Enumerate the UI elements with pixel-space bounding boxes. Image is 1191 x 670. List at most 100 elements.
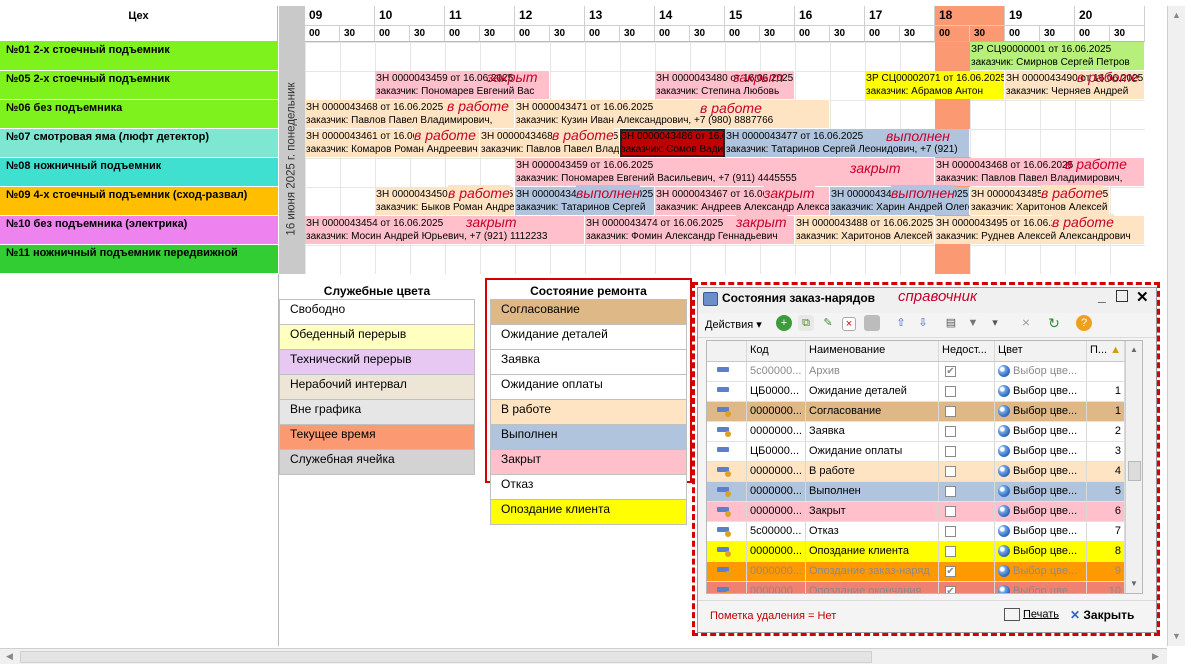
workshop-label: №06 без подъемника: [6, 102, 123, 114]
date-label: 16 июня 2025 г. понедельник: [286, 82, 298, 236]
booking-block[interactable]: ЗН 0000043471 от 16.06.2025 заказчик: Куз…: [515, 100, 830, 128]
dialog-title-bar[interactable]: Состояния заказ-нарядов справочник _ ✕: [698, 288, 1156, 313]
table-row[interactable]: ЦБ0000... Ожидание деталей Выбор цве... 1: [707, 382, 1142, 402]
table-row[interactable]: 0000000... Опоздание заказ-наряд ✔ Выбор цв…: [707, 562, 1142, 582]
booking-block[interactable]: ЗР СЦ90000001 от 16.06.2025 заказчик: Сми…: [970, 42, 1145, 70]
legend-item: Нерабочий интервал: [279, 375, 475, 400]
column-header[interactable]: Цвет: [995, 341, 1087, 361]
row-icon-cell: [707, 442, 747, 461]
table-row[interactable]: 0000000... Выполнен Выбор цве... 5: [707, 482, 1142, 502]
scroll-thumb[interactable]: [20, 651, 872, 663]
color-cell: Выбор цве...: [995, 402, 1087, 421]
booking-block[interactable]: ЗН 0000043454 от 16.06.2025 заказчик: Мос…: [305, 216, 585, 244]
close-button[interactable]: ✕ Закрыть: [1070, 608, 1134, 622]
workshop-row[interactable]: №01 2-х стоечный подъемник: [0, 42, 278, 71]
half-hour-label: 30: [620, 25, 655, 42]
filter-icon[interactable]: ▼: [965, 315, 981, 331]
workshop-row[interactable]: №09 4-х стоечный подъемник (сход-развал): [0, 187, 278, 216]
scroll-up-arrow-icon[interactable]: ▲: [1172, 10, 1181, 20]
booking-block[interactable]: ЗН 0000043488 от 16.06.2025 заказчик: Хар…: [795, 216, 935, 244]
table-row[interactable]: 0000000... Опоздание окончания ✔ Выбор цве.…: [707, 582, 1142, 593]
move-up-icon[interactable]: ⇧: [893, 315, 909, 331]
deficit-checkbox[interactable]: ✔: [945, 565, 956, 577]
main-vertical-scrollbar[interactable]: ▲ ▼: [1167, 6, 1185, 646]
deficit-checkbox[interactable]: [945, 465, 956, 477]
service-colors-title: Служебные цвета: [323, 284, 431, 298]
column-header[interactable]: П... ▲: [1087, 341, 1125, 361]
deficit-checkbox[interactable]: ✔: [945, 365, 956, 377]
deficit-checkbox[interactable]: [945, 405, 956, 417]
workshop-row[interactable]: №07 смотровая яма (люфт детектор): [0, 129, 278, 158]
booking-status: закрыт: [764, 185, 815, 201]
add-icon[interactable]: +: [776, 315, 792, 331]
workshop-row[interactable]: №10 без подъемника (электрика): [0, 216, 278, 245]
row-icon-cell: [707, 462, 747, 481]
deficit-checkbox[interactable]: [945, 425, 956, 437]
workshop-row[interactable]: №06 без подъемника: [0, 100, 278, 129]
table-scrollbar[interactable]: ▲ ▼: [1125, 341, 1142, 593]
column-header[interactable]: Код: [747, 341, 806, 361]
table-row[interactable]: ЦБ0000... Ожидание оплаты Выбор цве... 3: [707, 442, 1142, 462]
checkbox-cell: [939, 442, 995, 461]
color-cell: Выбор цве...: [995, 482, 1087, 501]
column-header[interactable]: Недост...: [939, 341, 995, 361]
minimize-icon[interactable]: _: [1098, 288, 1106, 304]
deficit-checkbox[interactable]: [945, 445, 956, 457]
move-down-icon[interactable]: ⇩: [915, 315, 931, 331]
close-icon[interactable]: ✕: [1136, 288, 1149, 306]
print-button[interactable]: Печать: [1004, 608, 1059, 621]
scroll-up-arrow-icon[interactable]: ▲: [1130, 345, 1138, 354]
deficit-checkbox[interactable]: [945, 525, 956, 537]
workshop-label: №09 4-х стоечный подъемник (сход-развал): [6, 189, 248, 201]
table-row[interactable]: 0000000... Заявка Выбор цве... 2: [707, 422, 1142, 442]
table-row[interactable]: 0000000... Согласование Выбор цве... 1: [707, 402, 1142, 422]
table-row[interactable]: 5с00000... Архив ✔ Выбор цве...: [707, 362, 1142, 382]
deficit-checkbox[interactable]: [945, 385, 956, 397]
table-row[interactable]: 0000000... В работе Выбор цве... 4: [707, 462, 1142, 482]
status-dot-icon: [725, 491, 731, 497]
half-hour-label: 30: [410, 25, 445, 42]
workshop-row[interactable]: №11 ножничный подъемник передвижной: [0, 245, 278, 274]
maximize-icon[interactable]: [1116, 290, 1128, 302]
booking-status: в работе: [1052, 214, 1114, 230]
deficit-checkbox[interactable]: ✔: [945, 585, 956, 593]
filter-list-icon[interactable]: ▤: [943, 315, 959, 331]
scroll-thumb[interactable]: [1128, 461, 1141, 481]
table-row[interactable]: 5с00000... Отказ Выбор цве... 7: [707, 522, 1142, 542]
refresh-icon[interactable]: ↻: [1046, 315, 1062, 331]
scroll-left-arrow-icon[interactable]: ◀: [6, 651, 13, 662]
help-icon[interactable]: ?: [1076, 315, 1092, 331]
deficit-checkbox[interactable]: [945, 485, 956, 497]
filter-options-icon[interactable]: ▾: [987, 315, 1003, 331]
workshop-label: №01 2-х стоечный подъемник: [6, 44, 170, 56]
scroll-down-arrow-icon[interactable]: ▼: [1172, 631, 1181, 641]
row-icon-cell: [707, 422, 747, 441]
table-row[interactable]: 0000000... Закрыт Выбор цве... 6: [707, 502, 1142, 522]
booking-block[interactable]: ЗР СЦ00002071 от 16.06.2025 заказчик: Абр…: [865, 71, 1005, 99]
workshop-row[interactable]: №05 2-х стоечный подъемник: [0, 71, 278, 100]
status-dot-icon: [725, 471, 731, 477]
record-icon: [717, 367, 729, 372]
scroll-down-arrow-icon[interactable]: ▼: [1130, 579, 1138, 588]
deficit-checkbox[interactable]: [945, 545, 956, 557]
legend-item: Закрыт: [490, 450, 687, 475]
checkbox-cell: [939, 542, 995, 561]
main-horizontal-scrollbar[interactable]: ◀ ▶: [0, 648, 1167, 664]
booking-block-selected[interactable]: ЗН 0000043486 от 16.06.2025заказчик: Сом…: [620, 129, 725, 157]
actions-menu[interactable]: Действия ▾: [705, 318, 762, 331]
copy-icon[interactable]: ⧉: [798, 315, 814, 331]
column-header[interactable]: Наименование: [806, 341, 939, 361]
delete-icon[interactable]: ×: [842, 317, 856, 331]
table-row[interactable]: 0000000... Опоздание клиента Выбор цве... 8: [707, 542, 1142, 562]
workshop-row[interactable]: №08 ножничный подъемник: [0, 158, 278, 187]
deficit-checkbox[interactable]: [945, 505, 956, 517]
name-cell: Ожидание деталей: [806, 382, 939, 401]
color-picker-icon: [998, 525, 1010, 538]
scroll-right-arrow-icon[interactable]: ▶: [1152, 651, 1159, 662]
edit-icon[interactable]: ✎: [820, 315, 836, 331]
code-cell: 0000000...: [747, 502, 806, 521]
clear-filter-icon[interactable]: ⨯: [1018, 315, 1034, 331]
legend-item: Текущее время: [279, 425, 475, 450]
half-hour-label: 00: [795, 25, 830, 42]
save-icon[interactable]: [864, 315, 880, 331]
